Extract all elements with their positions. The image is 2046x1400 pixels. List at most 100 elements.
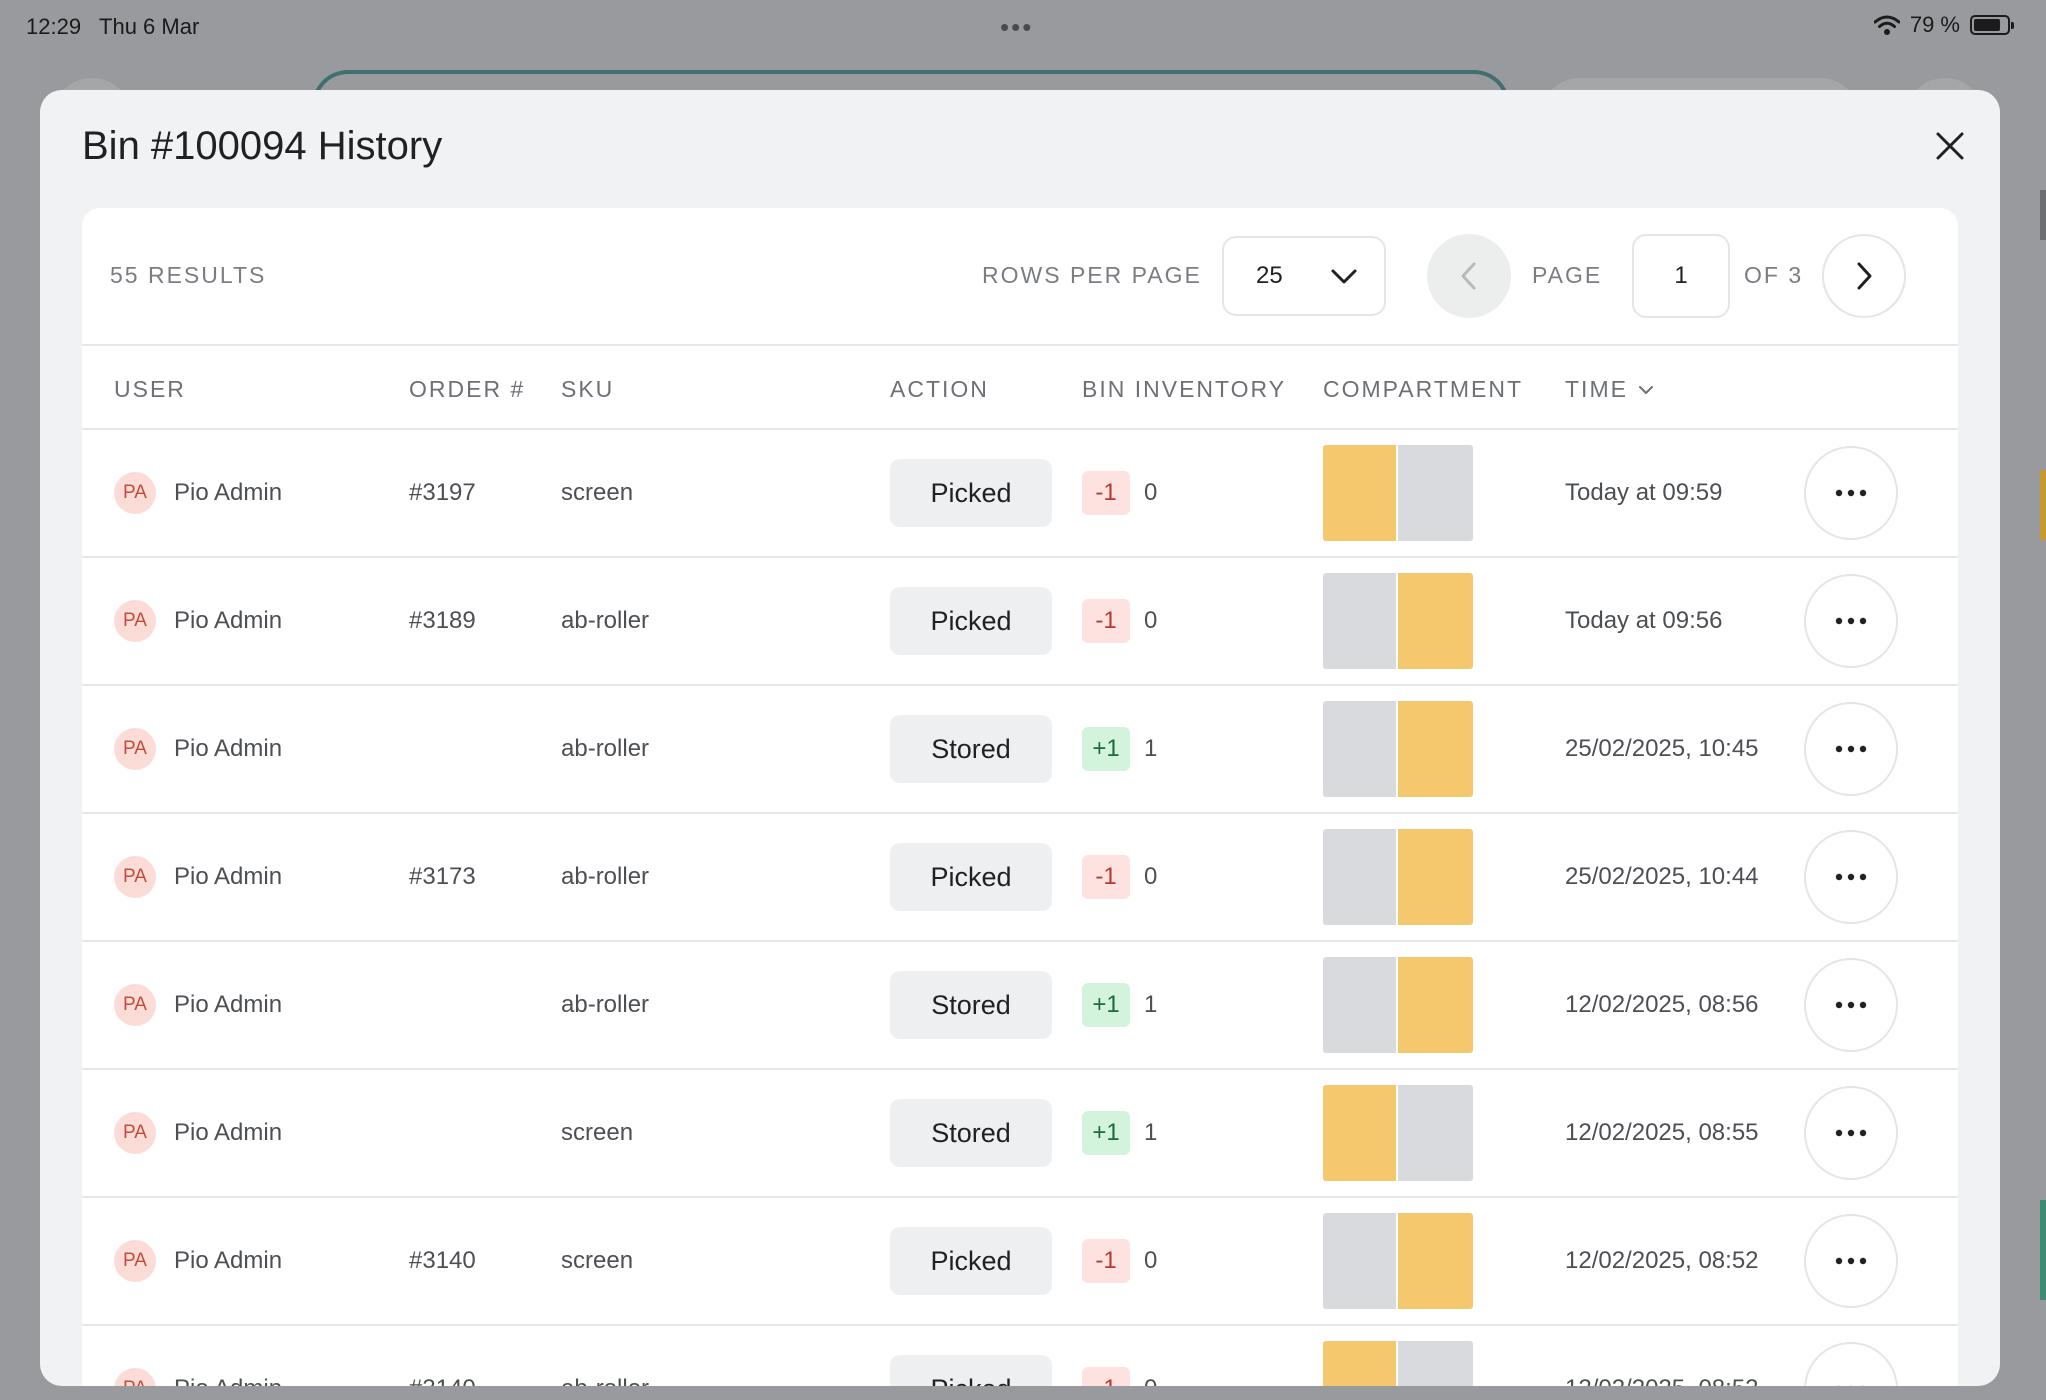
action-button[interactable]: Stored [890,971,1052,1039]
compartment-diagram [1323,701,1473,797]
table-row: PA Pio Admin #3173 ab-roller Picked -1 0… [82,814,1958,942]
page-number-input[interactable]: 1 [1632,234,1730,318]
compartment-left [1323,829,1398,925]
bin-inventory-cell: -1 0 [1082,558,1157,684]
action-cell: Picked [890,1326,1052,1386]
time: 25/02/2025, 10:44 [1565,863,1759,890]
more-options-button[interactable] [1804,702,1898,796]
inventory-change-badge: -1 [1082,599,1130,643]
page-total-label: OF 3 [1744,262,1804,288]
action-button[interactable]: Picked [890,587,1052,655]
header-order[interactable]: ORDER # [409,376,525,403]
more-cell [1804,1198,1898,1324]
user-cell: PA Pio Admin [114,1198,282,1324]
user-name: Pio Admin [174,1375,282,1386]
inventory-change-badge: +1 [1082,727,1130,771]
inventory-change-badge: +1 [1082,1111,1130,1155]
background-edge [2040,1200,2046,1300]
sort-chevron-down-icon [1638,385,1653,394]
more-options-button[interactable] [1804,1086,1898,1180]
compartment-right [1398,829,1473,925]
order-number: #3173 [409,863,476,890]
compartment-right [1398,957,1473,1053]
inventory-change-badge: -1 [1082,1367,1130,1386]
header-user[interactable]: USER [114,376,186,403]
chevron-left-icon [1461,262,1476,290]
bin-inventory-cell: -1 0 [1082,814,1157,940]
rows-per-page-select[interactable]: 25 [1222,236,1386,316]
compartment-left [1323,1085,1398,1181]
compartment-right [1398,701,1473,797]
order-number: #3140 [409,1326,476,1386]
sku: ab-roller [561,863,650,890]
header-compartment[interactable]: COMPARTMENT [1323,376,1523,403]
compartment-diagram [1323,573,1473,669]
more-options-button[interactable] [1804,1214,1898,1308]
time: 12/02/2025, 08:52 [1565,1326,1759,1386]
compartment-cell [1323,558,1473,684]
avatar: PA [114,984,156,1026]
action-button[interactable]: Picked [890,1355,1052,1386]
compartment-diagram [1323,445,1473,541]
compartment-diagram [1323,957,1473,1053]
user-cell: PA Pio Admin [114,686,282,812]
action-button[interactable]: Picked [890,1227,1052,1295]
table-row: PA Pio Admin ab-roller Stored +1 1 12/02… [82,942,1958,1070]
more-cell [1804,1326,1898,1386]
time: 12/02/2025, 08:56 [1565,991,1759,1018]
header-bin-inventory[interactable]: BIN INVENTORY [1082,376,1286,403]
more-options-button[interactable] [1804,830,1898,924]
compartment-right [1398,1085,1473,1181]
chevron-right-icon [1857,262,1872,290]
more-horizontal-icon [1835,1001,1867,1009]
battery-icon [1970,15,2014,35]
next-page-button[interactable] [1822,234,1906,318]
sku: screen [561,1119,634,1146]
user-name: Pio Admin [174,991,283,1018]
more-options-button[interactable] [1804,574,1898,668]
more-cell [1804,686,1898,812]
inventory-change-badge: -1 [1082,471,1130,515]
more-cell [1804,814,1898,940]
results-count: 55 RESULTS [110,262,267,288]
avatar: PA [114,728,156,770]
inventory-count: 1 [1144,991,1158,1018]
table-body: PA Pio Admin #3197 screen Picked -1 0 To… [82,430,1958,1386]
avatar: PA [114,1368,156,1386]
inventory-change-badge: +1 [1082,983,1130,1027]
more-cell [1804,942,1898,1068]
more-cell [1804,430,1898,556]
inventory-count: 1 [1144,1119,1158,1146]
table-row: PA Pio Admin ab-roller Stored +1 1 25/02… [82,686,1958,814]
user-name: Pio Admin [174,479,283,506]
close-button[interactable] [1928,124,1972,168]
order-number: #3189 [409,607,476,634]
compartment-cell [1323,1198,1473,1324]
header-time[interactable]: TIME [1565,376,1654,403]
header-action[interactable]: ACTION [890,376,989,403]
bin-inventory-cell: -1 0 [1082,430,1157,556]
more-horizontal-icon [1837,1385,1865,1386]
action-cell: Stored [890,1070,1052,1196]
more-options-button[interactable] [1804,958,1898,1052]
previous-page-button[interactable] [1427,234,1511,318]
header-sku[interactable]: SKU [561,376,614,403]
action-button[interactable]: Stored [890,1099,1052,1167]
action-button[interactable]: Picked [890,843,1052,911]
background-edge [2040,470,2046,540]
inventory-count: 0 [1144,607,1158,634]
compartment-right [1398,1213,1473,1309]
status-date: Thu 6 Mar [99,14,200,39]
compartment-left [1323,445,1398,541]
background-edge [2040,190,2046,240]
action-button[interactable]: Stored [890,715,1052,783]
action-button[interactable]: Picked [890,459,1052,527]
bin-inventory-cell: +1 1 [1082,1070,1157,1196]
multitasking-dots-icon[interactable]: ••• [1000,12,1033,43]
more-options-button[interactable] [1804,1342,1898,1386]
status-bar: 12:29 Thu 6 Mar ••• 79 % [0,0,2046,56]
table-row: PA Pio Admin screen Stored +1 1 12/02/20… [82,1070,1958,1198]
sku: ab-roller [561,607,650,634]
more-options-button[interactable] [1804,446,1898,540]
compartment-right [1398,1341,1473,1386]
